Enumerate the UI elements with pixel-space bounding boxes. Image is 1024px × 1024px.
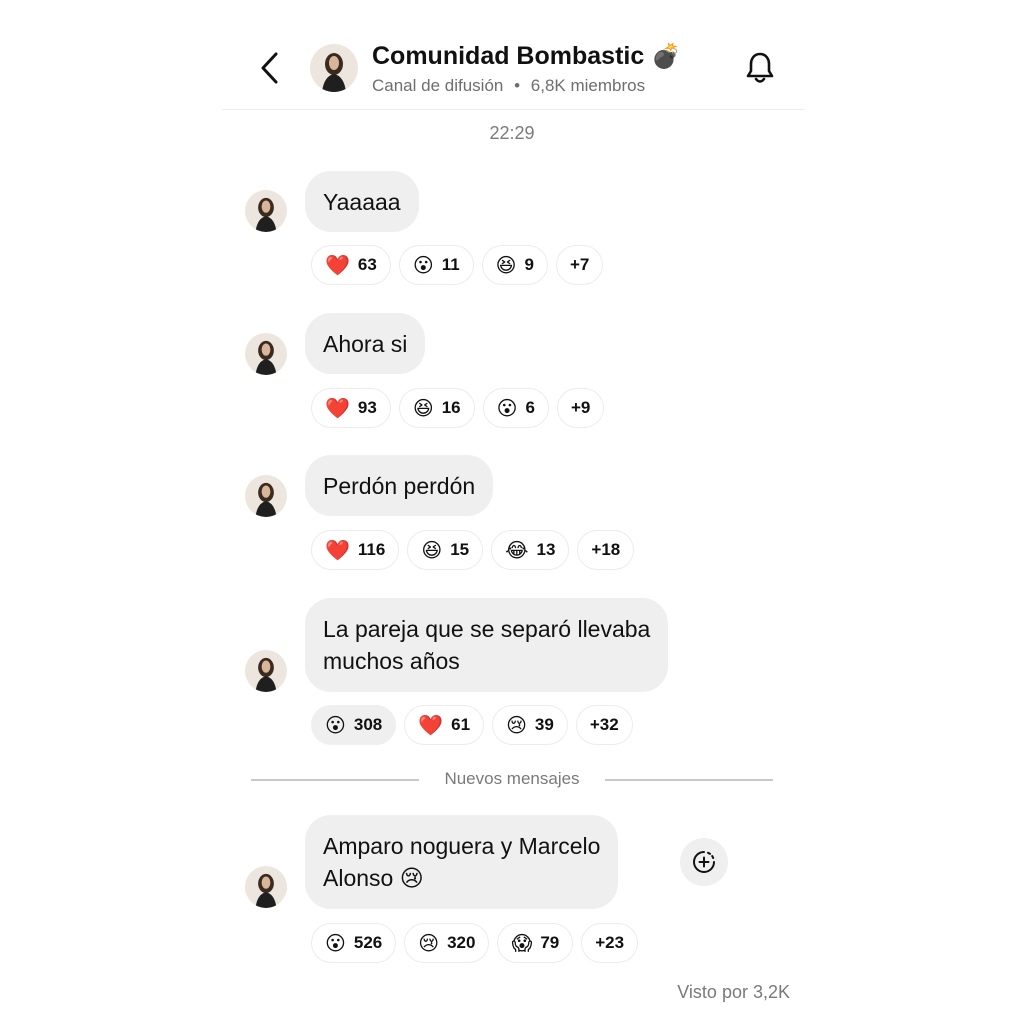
reaction-bar: ❤️ 93 😆 16 😮 6 +9	[311, 388, 605, 428]
message-bubble[interactable]: Yaaaaa	[305, 171, 419, 232]
reaction-count: 526	[353, 933, 383, 952]
crying-emoji: 😢	[506, 713, 527, 737]
reaction-count: 308	[353, 715, 383, 734]
new-messages-label: Nuevos mensajes	[430, 769, 594, 788]
screaming-emoji: 😱	[511, 931, 533, 955]
channel-subtitle: Canal de difusión • 6,8K miembros	[372, 76, 645, 96]
channel-avatar[interactable]	[310, 44, 358, 92]
reaction-count: 15	[450, 540, 470, 559]
sender-avatar[interactable]	[245, 866, 287, 908]
reaction-more[interactable]: +9	[556, 388, 605, 428]
reaction-more-count: +9	[570, 398, 591, 417]
laughing-emoji: 😆	[495, 253, 517, 277]
add-reaction-icon	[693, 851, 715, 873]
reaction-bar: ❤️ 63 😮 11 😆 9 +7	[311, 245, 604, 285]
reaction-surprised[interactable]: 😮 11	[398, 245, 474, 285]
reaction-more-count: +23	[595, 933, 625, 952]
reaction-tears-of-joy[interactable]: 😂 13	[491, 530, 570, 570]
reaction-crying[interactable]: 😢 320	[404, 923, 490, 963]
reaction-laughing[interactable]: 😆 9	[481, 245, 548, 285]
bell-icon[interactable]	[744, 50, 776, 86]
reaction-heart[interactable]: ❤️ 61	[404, 705, 485, 745]
reaction-count: 6	[525, 398, 535, 417]
subtitle-separator: •	[514, 76, 521, 95]
message-text-line: Amparo noguera y Marcelo	[323, 833, 601, 859]
message-text: Yaaaaa	[323, 188, 401, 215]
tears-of-joy-emoji: 😂	[505, 538, 529, 562]
bomb-emoji: 💣	[651, 42, 682, 70]
channel-title-text: Comunidad Bombastic	[372, 42, 645, 70]
seen-by-label: Visto por 3,2K	[677, 982, 790, 1002]
surprised-emoji: 😮	[325, 713, 346, 737]
heart-emoji: ❤️	[418, 713, 444, 737]
reaction-screaming[interactable]: 😱 79	[497, 923, 574, 963]
reaction-heart[interactable]: ❤️ 116	[311, 530, 400, 570]
reaction-laughing[interactable]: 😆 15	[407, 530, 484, 570]
reaction-bar: 😮 526 😢 320 😱 79 +23	[311, 923, 639, 963]
reaction-surprised[interactable]: 😮 308	[311, 705, 397, 745]
reaction-more-count: +32	[589, 715, 619, 734]
message-text-line: La pareja que se separó llevaba	[323, 616, 651, 642]
chevron-left-icon[interactable]	[258, 50, 282, 86]
reaction-more[interactable]: +18	[577, 530, 635, 570]
reaction-count: 16	[441, 398, 461, 417]
reaction-more[interactable]: +32	[575, 705, 633, 745]
reaction-count: 63	[357, 255, 377, 274]
reaction-count: 13	[536, 540, 556, 559]
surprised-emoji: 😮	[496, 396, 518, 420]
channel-title: Comunidad Bombastic 💣	[372, 42, 681, 71]
reaction-bar: ❤️ 116 😆 15 😂 13 +18	[311, 530, 635, 570]
reaction-count: 61	[451, 715, 471, 734]
message-text: Ahora si	[323, 330, 408, 357]
surprised-emoji: 😮	[325, 931, 346, 955]
heart-emoji: ❤️	[325, 253, 350, 277]
message-bubble[interactable]: Perdón perdón	[305, 455, 494, 516]
add-reaction-button[interactable]	[680, 838, 728, 886]
member-count: 6,8K miembros	[530, 76, 646, 95]
reaction-count: 11	[441, 255, 460, 274]
reaction-bar: 😮 308 ❤️ 61 😢 39 +32	[311, 705, 633, 745]
reaction-more-count: +7	[570, 255, 590, 274]
reaction-count: 79	[540, 933, 560, 952]
laughing-emoji: 😆	[421, 538, 443, 562]
reaction-count: 39	[534, 715, 554, 734]
sender-avatar[interactable]	[245, 650, 287, 692]
message-bubble[interactable]: Amparo noguera y Marcelo Alonso 😢	[305, 815, 619, 909]
sender-avatar[interactable]	[245, 475, 287, 517]
new-messages-divider: Nuevos mensajes	[0, 769, 1024, 789]
reaction-count: 9	[524, 255, 534, 274]
reaction-more-count: +18	[591, 540, 621, 559]
sender-avatar[interactable]	[245, 190, 287, 232]
heart-emoji: ❤️	[325, 396, 350, 420]
sender-avatar[interactable]	[245, 333, 287, 375]
reaction-more[interactable]: +23	[581, 923, 639, 963]
message-text-line: muchos años	[323, 648, 460, 674]
surprised-emoji: 😮	[412, 253, 434, 277]
message-timestamp: 22:29	[489, 123, 535, 143]
message-text-line: Alonso 😢	[323, 865, 424, 891]
crying-emoji: 😢	[418, 931, 440, 955]
message-text: Perdón perdón	[323, 472, 476, 499]
heart-emoji: ❤️	[325, 538, 350, 562]
reaction-count: 93	[357, 398, 377, 417]
channel-header: Comunidad Bombastic 💣 Canal de difusión …	[222, 0, 804, 110]
message-bubble[interactable]: La pareja que se separó llevaba muchos a…	[305, 598, 669, 692]
reaction-surprised[interactable]: 😮 6	[482, 388, 549, 428]
reaction-more[interactable]: +7	[556, 245, 604, 285]
reaction-laughing[interactable]: 😆 16	[398, 388, 475, 428]
reaction-heart[interactable]: ❤️ 93	[311, 388, 391, 428]
reaction-heart[interactable]: ❤️ 63	[311, 245, 391, 285]
laughing-emoji: 😆	[412, 396, 434, 420]
reaction-crying[interactable]: 😢 39	[492, 705, 568, 745]
reaction-surprised[interactable]: 😮 526	[311, 923, 397, 963]
message-bubble[interactable]: Ahora si	[305, 313, 426, 374]
channel-type: Canal de difusión	[372, 76, 504, 95]
reaction-count: 116	[357, 540, 386, 559]
reaction-count: 320	[447, 933, 476, 952]
